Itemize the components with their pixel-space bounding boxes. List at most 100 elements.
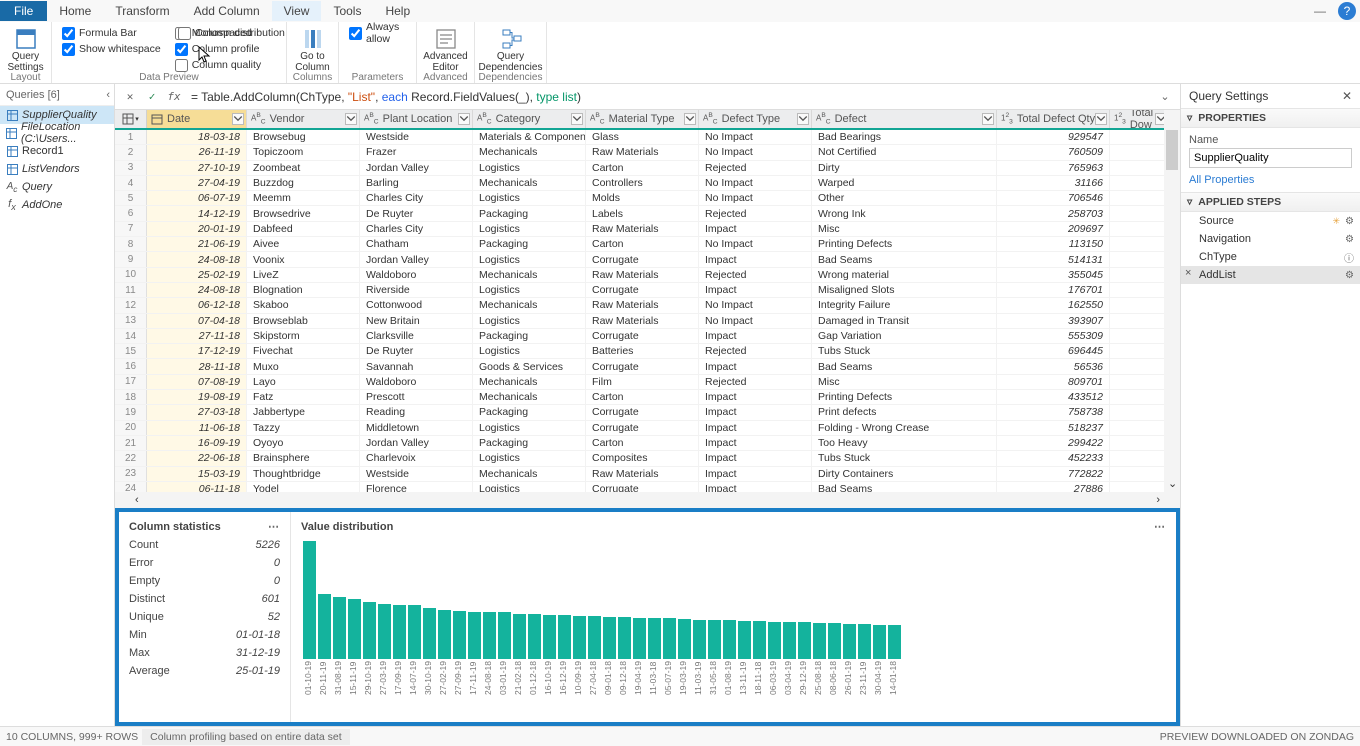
- cell[interactable]: [1110, 268, 1170, 282]
- chart-bar[interactable]: [513, 614, 526, 659]
- menu-home[interactable]: Home: [47, 1, 103, 21]
- cell[interactable]: [1110, 421, 1170, 435]
- show-whitespace-checkbox[interactable]: Show whitespace: [62, 41, 161, 57]
- cell[interactable]: Jabbertype: [247, 405, 360, 419]
- cell[interactable]: Mechanicals: [473, 467, 586, 481]
- cell[interactable]: Corrugate: [586, 405, 699, 419]
- chart-bar[interactable]: [663, 618, 676, 659]
- cell[interactable]: Corrugate: [586, 421, 699, 435]
- cell[interactable]: 176701: [997, 283, 1110, 297]
- cell[interactable]: Skipstorm: [247, 329, 360, 343]
- cell[interactable]: Tubs Stuck: [812, 451, 997, 465]
- chart-bar[interactable]: [813, 623, 826, 659]
- chart-bar[interactable]: [633, 618, 646, 659]
- cell[interactable]: Rejected: [699, 206, 812, 220]
- row-number[interactable]: 2: [115, 145, 147, 159]
- cell[interactable]: No Impact: [699, 191, 812, 205]
- query-item[interactable]: ListVendors: [0, 160, 114, 178]
- menu-addcolumn[interactable]: Add Column: [182, 1, 272, 21]
- cell[interactable]: 758738: [997, 405, 1110, 419]
- cell[interactable]: Warped: [812, 176, 997, 190]
- cell[interactable]: [1110, 482, 1170, 492]
- cell[interactable]: Bad Seams: [812, 252, 997, 266]
- cell[interactable]: Print defects: [812, 405, 997, 419]
- gear-icon[interactable]: ⚙: [1345, 270, 1354, 281]
- cell[interactable]: Corrugate: [586, 252, 699, 266]
- cell[interactable]: 772822: [997, 467, 1110, 481]
- table-row[interactable]: 2222-06-18BrainsphereCharlevoixLogistics…: [115, 451, 1180, 466]
- cell[interactable]: Yodel: [247, 482, 360, 492]
- cell[interactable]: Other: [812, 191, 997, 205]
- column-profile-checkbox[interactable]: Column profile: [175, 41, 261, 57]
- cell[interactable]: [1110, 467, 1170, 481]
- chart-bar[interactable]: [423, 608, 436, 659]
- cell[interactable]: Labels: [586, 206, 699, 220]
- chart-bar[interactable]: [303, 541, 316, 659]
- query-item[interactable]: FileLocation (C:\Users...: [0, 124, 114, 142]
- cell[interactable]: Bad Bearings: [812, 130, 997, 144]
- cell[interactable]: Jordan Valley: [360, 161, 473, 175]
- cell[interactable]: Bad Seams: [812, 482, 997, 492]
- table-row[interactable]: 720-01-19DabfeedCharles CityLogisticsRaw…: [115, 222, 1180, 237]
- filter-dropdown-icon[interactable]: [232, 113, 244, 125]
- filter-dropdown-icon[interactable]: [1095, 113, 1107, 125]
- cell[interactable]: 452233: [997, 451, 1110, 465]
- chart-bar[interactable]: [438, 610, 451, 659]
- cell[interactable]: Impact: [699, 421, 812, 435]
- filter-dropdown-icon[interactable]: [982, 113, 994, 125]
- query-name-input[interactable]: [1189, 148, 1352, 168]
- cell[interactable]: 26-11-19: [147, 145, 247, 159]
- table-row[interactable]: 1927-03-18JabbertypeReadingPackagingCorr…: [115, 405, 1180, 420]
- status-profiling[interactable]: Column profiling based on entire data se…: [142, 729, 349, 745]
- cell[interactable]: 809701: [997, 375, 1110, 389]
- table-row[interactable]: 821-06-19AiveeChathamPackagingCartonNo I…: [115, 237, 1180, 252]
- cell[interactable]: Packaging: [473, 436, 586, 450]
- help-icon[interactable]: ?: [1338, 2, 1356, 20]
- chart-bar[interactable]: [738, 621, 751, 659]
- cell[interactable]: Misc: [812, 375, 997, 389]
- row-number[interactable]: 21: [115, 436, 147, 450]
- cell[interactable]: 696445: [997, 344, 1110, 358]
- menu-transform[interactable]: Transform: [103, 1, 181, 21]
- cell[interactable]: 299422: [997, 436, 1110, 450]
- cell[interactable]: Batteries: [586, 344, 699, 358]
- minimize-icon[interactable]: —: [1314, 4, 1326, 18]
- cell[interactable]: 555309: [997, 329, 1110, 343]
- row-number[interactable]: 14: [115, 329, 147, 343]
- cell[interactable]: Rejected: [699, 268, 812, 282]
- cell[interactable]: Thoughtbridge: [247, 467, 360, 481]
- cell[interactable]: De Ruyter: [360, 344, 473, 358]
- cell[interactable]: [1110, 145, 1170, 159]
- cell[interactable]: [1110, 329, 1170, 343]
- cell[interactable]: Middletown: [360, 421, 473, 435]
- cell[interactable]: 393907: [997, 314, 1110, 328]
- cell[interactable]: 31166: [997, 176, 1110, 190]
- chart-bar[interactable]: [498, 612, 511, 659]
- cell[interactable]: Westside: [360, 130, 473, 144]
- cell[interactable]: Prescott: [360, 390, 473, 404]
- cell[interactable]: Barling: [360, 176, 473, 190]
- cell[interactable]: 25-02-19: [147, 268, 247, 282]
- cell[interactable]: Mechanicals: [473, 375, 586, 389]
- filter-dropdown-icon[interactable]: [797, 113, 809, 125]
- cell[interactable]: Meemm: [247, 191, 360, 205]
- table-row[interactable]: 1427-11-18SkipstormClarksvillePackagingC…: [115, 329, 1180, 344]
- always-allow-checkbox[interactable]: Always allow: [349, 25, 406, 41]
- chart-bar[interactable]: [723, 620, 736, 659]
- cell[interactable]: No Impact: [699, 298, 812, 312]
- column-header-cat[interactable]: ABCCategory: [473, 110, 586, 128]
- row-number[interactable]: 7: [115, 222, 147, 236]
- cell[interactable]: 27-04-19: [147, 176, 247, 190]
- cell[interactable]: Impact: [699, 222, 812, 236]
- cell[interactable]: Too Heavy: [812, 436, 997, 450]
- cell[interactable]: 06-07-19: [147, 191, 247, 205]
- cell[interactable]: Fatz: [247, 390, 360, 404]
- cell[interactable]: Impact: [699, 467, 812, 481]
- cell[interactable]: [1110, 390, 1170, 404]
- row-number[interactable]: 4: [115, 176, 147, 190]
- more-icon[interactable]: ⋯: [268, 520, 280, 533]
- cell[interactable]: 14-12-19: [147, 206, 247, 220]
- collapse-icon[interactable]: ‹: [106, 89, 110, 101]
- cell[interactable]: Impact: [699, 359, 812, 373]
- cell[interactable]: Raw Materials: [586, 467, 699, 481]
